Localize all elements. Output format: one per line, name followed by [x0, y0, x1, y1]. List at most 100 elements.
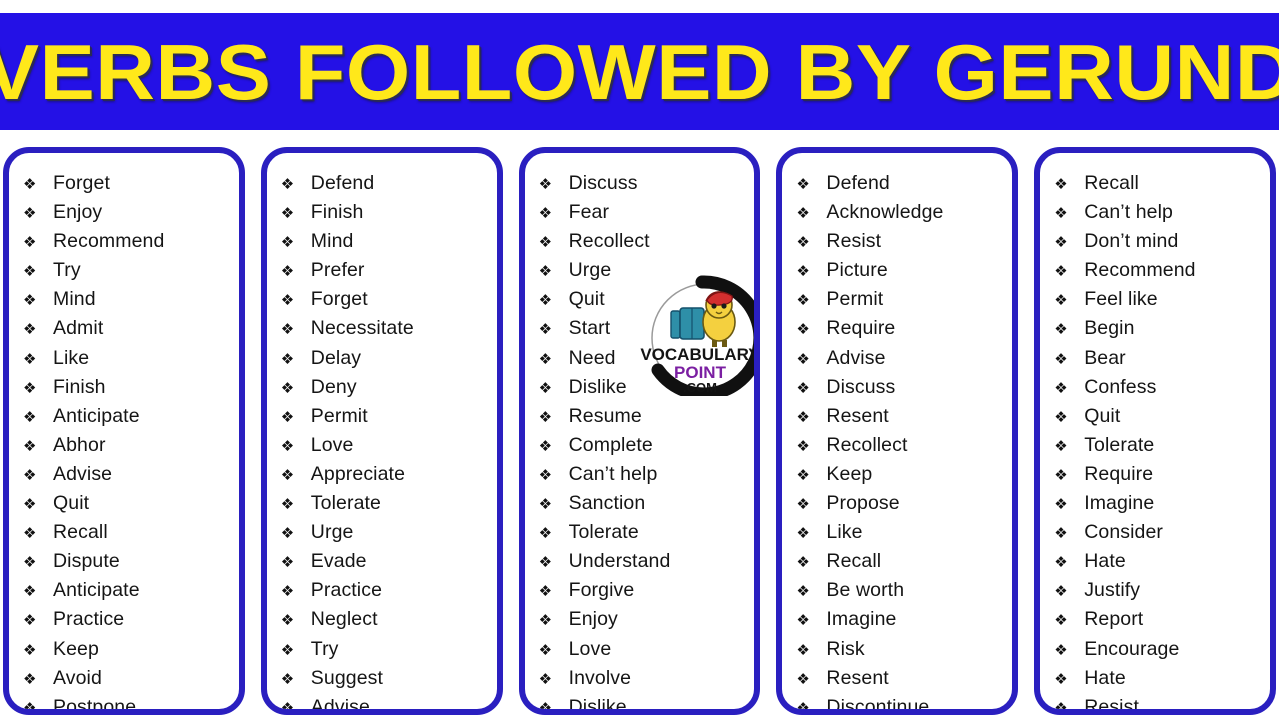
verb-card-3: ❖ Discuss ❖ Fear ❖ Recollect ❖ Urge ❖ Quit ❖ Start ❖… — [518, 147, 761, 715]
verb-label: Imagine — [1084, 492, 1155, 515]
list-item: ❖ Advise — [23, 460, 233, 489]
diamond-bullet-icon: ❖ — [280, 699, 295, 715]
diamond-bullet-icon: ❖ — [796, 437, 810, 455]
list-item: ❖ Resist — [1054, 693, 1264, 715]
diamond-bullet-icon: ❖ — [538, 350, 553, 368]
diamond-bullet-icon: ❖ — [1054, 525, 1068, 543]
verb-label: Fear — [568, 201, 610, 224]
list-item: ❖ Confess — [1054, 373, 1264, 402]
diamond-bullet-icon: ❖ — [23, 466, 37, 484]
list-item: ❖ Practice — [23, 605, 233, 634]
diamond-bullet-icon: ❖ — [280, 408, 295, 426]
verb-label: Resent — [826, 404, 889, 427]
diamond-bullet-icon: ❖ — [538, 234, 553, 252]
diamond-bullet-icon: ❖ — [1054, 350, 1068, 368]
diamond-bullet-icon: ❖ — [23, 583, 37, 601]
verb-label: Advise — [53, 462, 113, 485]
diamond-bullet-icon: ❖ — [23, 437, 37, 455]
diamond-bullet-icon: ❖ — [280, 583, 295, 601]
diamond-bullet-icon: ❖ — [1054, 321, 1068, 339]
list-item: ❖ Enjoy — [539, 605, 749, 634]
list-item: ❖ Finish — [281, 198, 491, 227]
list-item: ❖ Don’t mind — [1054, 227, 1264, 256]
list-item: ❖ Enjoy — [23, 198, 233, 227]
list-item: ❖ Mind — [281, 227, 491, 256]
diamond-bullet-icon: ❖ — [538, 699, 553, 715]
list-item: ❖ Resent — [796, 402, 1006, 431]
verb-label: Justify — [1084, 579, 1141, 602]
diamond-bullet-icon: ❖ — [280, 205, 295, 223]
verb-label: Necessitate — [310, 317, 414, 340]
list-item: ❖ Require — [1054, 460, 1264, 489]
diamond-bullet-icon: ❖ — [796, 350, 810, 368]
diamond-bullet-icon: ❖ — [1054, 496, 1068, 514]
verb-list: ❖ Defend ❖ Finish ❖ Mind ❖ Prefer ❖ Forget ❖ Necess… — [280, 169, 491, 715]
diamond-bullet-icon: ❖ — [23, 408, 37, 426]
verb-label: Practice — [310, 579, 383, 602]
diamond-bullet-icon: ❖ — [1054, 408, 1068, 426]
diamond-bullet-icon: ❖ — [280, 176, 295, 193]
list-item: ❖ Forget — [23, 169, 233, 198]
diamond-bullet-icon: ❖ — [23, 612, 37, 630]
verb-label: Don’t mind — [1084, 230, 1179, 253]
verb-label: Hate — [1084, 550, 1126, 573]
verb-label: Resume — [568, 404, 642, 427]
list-item: ❖ Admit — [23, 314, 233, 343]
verb-label: Hate — [1084, 666, 1126, 689]
list-item: ❖ Imagine — [1054, 489, 1264, 518]
diamond-bullet-icon: ❖ — [280, 321, 295, 339]
verb-label: Report — [1084, 608, 1144, 631]
verb-label: Try — [310, 637, 339, 660]
list-item: ❖ Understand — [539, 547, 749, 576]
diamond-bullet-icon: ❖ — [796, 496, 810, 514]
diamond-bullet-icon: ❖ — [1054, 641, 1068, 659]
diamond-bullet-icon: ❖ — [796, 292, 810, 310]
diamond-bullet-icon: ❖ — [538, 437, 553, 455]
diamond-bullet-icon: ❖ — [538, 205, 553, 223]
list-item: ❖ Like — [23, 344, 233, 373]
diamond-bullet-icon: ❖ — [1054, 699, 1068, 715]
verb-card-5: ❖ Recall ❖ Can’t help ❖ Don’t mind ❖ Recommend ❖… — [1034, 147, 1276, 715]
diamond-bullet-icon: ❖ — [796, 205, 810, 223]
list-item: ❖ Forgive — [539, 576, 749, 605]
diamond-bullet-icon: ❖ — [23, 292, 37, 310]
list-item: ❖ Anticipate — [23, 402, 233, 431]
list-item: ❖ Acknowledge — [796, 198, 1006, 227]
verb-label: Understand — [568, 550, 671, 573]
list-item: ❖ Try — [281, 635, 491, 664]
list-item: ❖ Recall — [1054, 169, 1264, 198]
list-item: ❖ Keep — [23, 635, 233, 664]
list-item: ❖ Prefer — [281, 256, 491, 285]
verb-label: Recall — [53, 521, 108, 544]
verb-label: Consider — [1084, 521, 1164, 544]
list-item: ❖ Dispute — [23, 547, 233, 576]
diamond-bullet-icon: ❖ — [280, 612, 295, 630]
list-item: ❖ Resume — [539, 402, 749, 431]
verb-label: Risk — [826, 637, 865, 660]
diamond-bullet-icon: ❖ — [23, 699, 37, 715]
verb-label: Suggest — [310, 666, 384, 689]
verb-label: Tolerate — [568, 521, 639, 544]
list-item: ❖ Abhor — [23, 431, 233, 460]
verb-label: Avoid — [53, 666, 102, 689]
verb-label: Practice — [53, 608, 125, 631]
diamond-bullet-icon: ❖ — [796, 525, 810, 543]
verb-card-4: ❖ Defend ❖ Acknowledge ❖ Resist ❖ Picture ❖ Permi… — [776, 147, 1019, 715]
diamond-bullet-icon: ❖ — [23, 234, 37, 252]
verb-label: Urge — [310, 521, 354, 544]
list-item: ❖ Urge — [281, 518, 491, 547]
diamond-bullet-icon: ❖ — [280, 437, 295, 455]
diamond-bullet-icon: ❖ — [538, 612, 553, 630]
diamond-bullet-icon: ❖ — [23, 641, 37, 659]
diamond-bullet-icon: ❖ — [280, 379, 295, 397]
verb-card-2: ❖ Defend ❖ Finish ❖ Mind ❖ Prefer ❖ Forget ❖ Necess… — [260, 147, 503, 715]
verb-label: Forgive — [568, 579, 635, 602]
verb-label: Admit — [53, 317, 104, 340]
diamond-bullet-icon: ❖ — [796, 321, 810, 339]
list-item: ❖ Picture — [796, 256, 1006, 285]
diamond-bullet-icon: ❖ — [1054, 612, 1068, 630]
verb-label: Like — [826, 521, 863, 544]
verb-label: Enjoy — [53, 201, 103, 224]
verb-label: Keep — [53, 637, 99, 660]
diamond-bullet-icon: ❖ — [538, 176, 553, 193]
